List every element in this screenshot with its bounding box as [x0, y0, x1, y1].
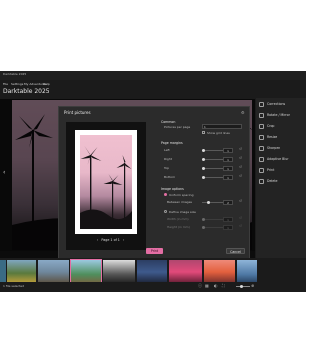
- margin-left-label: Left: [164, 148, 170, 152]
- filmstrip-thumbnail[interactable]: [237, 260, 257, 284]
- margin-top-label: Top: [164, 166, 170, 170]
- preview-photo: [80, 135, 132, 229]
- window-title: Darktable 2025: [3, 72, 27, 76]
- tool-adaptive-blur[interactable]: Adaptive Blur: [256, 155, 306, 166]
- edit-tools-panel: Corrections Rotate / Mirror Crop Resize …: [256, 98, 306, 258]
- menu-help[interactable]: Help: [43, 82, 50, 86]
- reset-icon[interactable]: ↺: [239, 224, 242, 228]
- app-title: Darktable 2025: [3, 88, 50, 95]
- zoom-in-icon[interactable]: ⊕: [251, 283, 254, 288]
- sharpen-icon: [259, 146, 264, 151]
- print-button[interactable]: Print: [146, 248, 163, 254]
- show-grid-label: Show grid lines: [207, 131, 230, 135]
- fullscreen-icon[interactable]: ⛶: [222, 283, 225, 288]
- between-images-label: Between images: [167, 200, 192, 204]
- blur-icon: [259, 157, 264, 162]
- reset-icon[interactable]: ↺: [239, 147, 242, 151]
- define-size-radio[interactable]: [164, 210, 167, 213]
- pictures-per-page-select[interactable]: 1: [202, 124, 242, 129]
- width-slider-thumb[interactable]: [202, 218, 205, 221]
- trash-icon: [259, 179, 264, 184]
- height-slider-thumb[interactable]: [202, 226, 205, 229]
- uniform-spacing-radio[interactable]: [164, 193, 167, 196]
- reset-icon[interactable]: ↺: [239, 156, 242, 160]
- corrections-icon: [259, 102, 264, 107]
- grid-view-icon[interactable]: ▦: [205, 283, 209, 288]
- menu-bar: File Settings My Adventures Help: [0, 80, 306, 88]
- cancel-button[interactable]: Cancel: [226, 248, 245, 254]
- tool-print[interactable]: Print: [256, 166, 306, 177]
- margin-left-value[interactable]: 1: [223, 148, 233, 153]
- define-size-label: Define image size: [169, 210, 196, 214]
- zoom-slider[interactable]: [236, 286, 250, 287]
- tool-crop[interactable]: Crop: [256, 122, 306, 133]
- zoom-slider-thumb[interactable]: [240, 285, 243, 288]
- menu-file[interactable]: File: [3, 82, 8, 86]
- reset-icon[interactable]: ↺: [239, 216, 242, 220]
- section-image-options: Image options: [161, 187, 184, 191]
- margin-right-label: Right: [164, 157, 172, 161]
- between-images-value[interactable]: 2: [223, 200, 233, 205]
- width-label: Width (in mm): [167, 217, 189, 221]
- section-page-margins: Page margins: [161, 141, 183, 145]
- page-label: Page 1 of 1: [101, 238, 120, 242]
- gear-icon[interactable]: ⚙: [241, 110, 245, 115]
- filmstrip-thumbnail[interactable]: [204, 260, 235, 284]
- rotate-icon: [259, 113, 264, 118]
- width-value[interactable]: 1: [223, 217, 233, 222]
- filmstrip-thumbnail[interactable]: [38, 260, 69, 284]
- between-images-slider-thumb[interactable]: [207, 201, 210, 204]
- prev-page-icon[interactable]: ‹: [97, 238, 98, 242]
- margin-bottom-label: Bottom: [164, 175, 176, 179]
- margin-bottom-slider-thumb[interactable]: [202, 176, 205, 179]
- filmstrip-thumbnail[interactable]: [169, 260, 202, 284]
- tool-resize[interactable]: Resize: [256, 133, 306, 144]
- status-text: 1 file selected: [3, 284, 25, 288]
- tool-delete[interactable]: Delete: [256, 177, 306, 188]
- height-value[interactable]: 1: [223, 225, 233, 230]
- margin-bottom-value[interactable]: 1: [223, 175, 233, 180]
- reset-icon[interactable]: ↺: [239, 165, 242, 169]
- filmstrip-thumbnail[interactable]: [0, 260, 6, 284]
- margin-top-slider-thumb[interactable]: [202, 167, 205, 170]
- crop-icon: [259, 124, 264, 129]
- filmstrip-thumbnail[interactable]: [137, 260, 167, 284]
- status-bar: [0, 282, 306, 292]
- margin-top-value[interactable]: 1: [223, 166, 233, 171]
- page-navigator: ‹ Page 1 of 1 ›: [97, 238, 126, 242]
- dialog-title: Print pictures: [64, 110, 91, 115]
- print-dialog: Print pictures ⚙ ‹ Page 1 of 1 › Common …: [58, 106, 250, 262]
- margin-right-slider-thumb[interactable]: [202, 158, 205, 161]
- reset-icon[interactable]: ↺: [239, 174, 242, 178]
- info-icon[interactable]: ⓘ: [198, 283, 202, 289]
- height-label: Height (in mm): [167, 225, 190, 229]
- margin-left-slider-thumb[interactable]: [202, 149, 205, 152]
- print-icon: [259, 168, 264, 173]
- tool-rotate[interactable]: Rotate / Mirror: [256, 111, 306, 122]
- section-common: Common: [161, 120, 176, 124]
- filmstrip-thumbnail-selected[interactable]: [70, 259, 102, 285]
- filmstrip-thumbnail[interactable]: [7, 260, 36, 284]
- tool-corrections[interactable]: Corrections: [256, 100, 306, 111]
- margin-right-value[interactable]: 1: [223, 157, 233, 162]
- filmstrip-thumbnail[interactable]: [103, 260, 135, 284]
- tool-sharpen[interactable]: Sharpen: [256, 144, 306, 155]
- next-page-icon[interactable]: ›: [123, 238, 124, 242]
- prev-photo-icon[interactable]: ‹: [3, 169, 5, 176]
- pictures-per-page-label: Pictures per page: [164, 125, 191, 129]
- resize-icon: [259, 135, 264, 140]
- reset-icon[interactable]: ↺: [239, 199, 242, 203]
- show-grid-checkbox[interactable]: [202, 131, 205, 134]
- compare-icon[interactable]: ◐: [214, 283, 218, 288]
- uniform-spacing-label: Uniform spacing: [169, 193, 194, 197]
- title-bar: Darktable 2025: [0, 71, 306, 80]
- menu-settings[interactable]: Settings: [11, 82, 23, 86]
